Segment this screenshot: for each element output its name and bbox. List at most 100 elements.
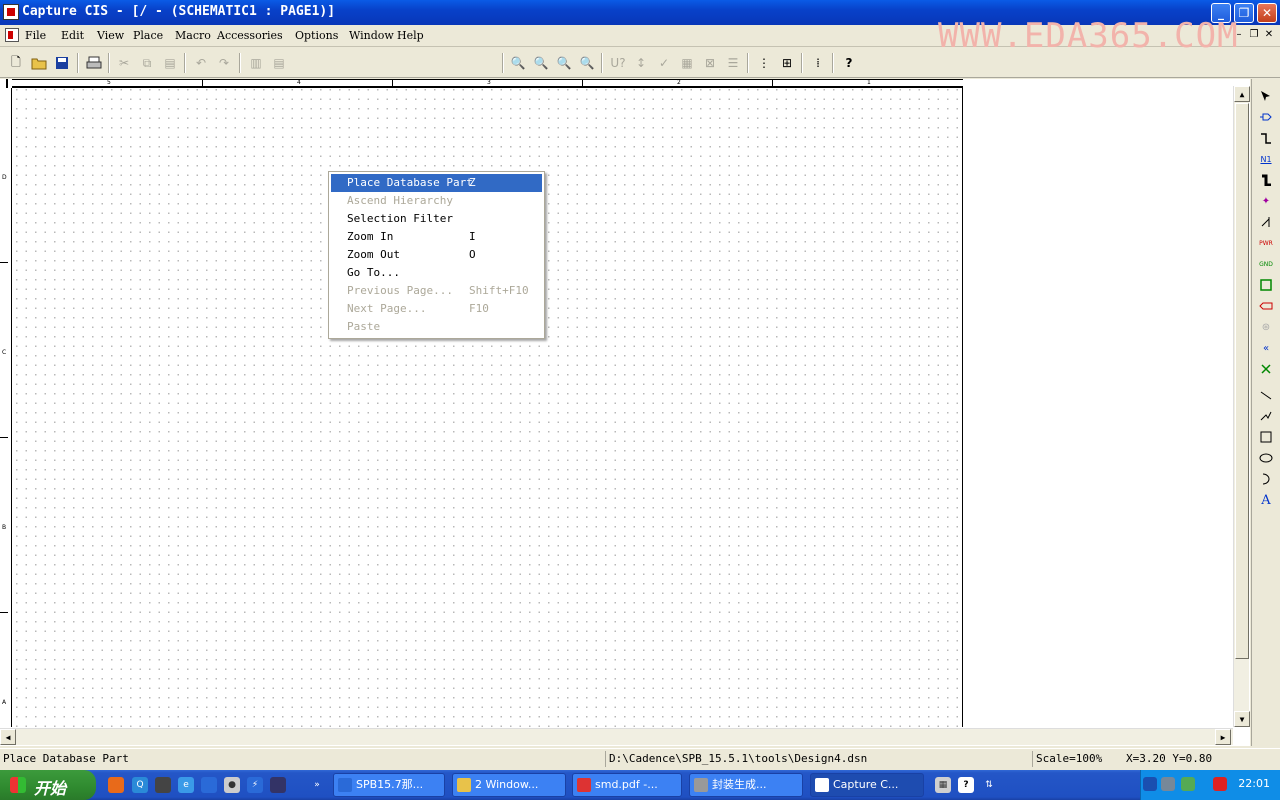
undo-icon[interactable]: ↶ [191,53,211,73]
menu-help[interactable]: Help [397,29,424,42]
calculator-icon[interactable] [270,777,286,793]
zoom-in-icon[interactable]: 🔍 [508,53,528,73]
crossref-icon[interactable]: ⊠ [700,53,720,73]
snap-grid-icon[interactable]: ⋮ [754,53,774,73]
place-wire-icon[interactable] [1257,129,1275,147]
project-manager-icon[interactable]: ⊞ [777,53,797,73]
open-icon[interactable] [29,53,49,73]
hierarchical-pin-icon[interactable]: ⊛ [1257,318,1275,336]
scroll-right-icon[interactable]: ▶ [1215,729,1231,745]
print-icon[interactable] [84,53,104,73]
menu-place[interactable]: Place [133,29,163,42]
arc-icon[interactable] [1257,470,1275,488]
start-button[interactable]: 开始 [0,770,96,800]
rectangle-icon[interactable] [1257,428,1275,446]
mdi-minimize-button[interactable]: – [1233,29,1245,41]
mdi-restore-button[interactable]: ❐ [1248,29,1260,41]
zoom-area-icon[interactable]: 🔍 [554,53,574,73]
vertical-scroll-thumb[interactable] [1235,103,1249,659]
menu-window[interactable]: Window [349,29,394,42]
ctx-ascend-hierarchy[interactable]: Ascend Hierarchy [331,192,542,210]
help-icon[interactable]: ? [958,777,974,793]
task-button-footprint[interactable]: 封装生成... [689,773,803,797]
text-icon[interactable]: A [1257,491,1275,509]
app-icon[interactable] [3,4,19,20]
task-button-spb[interactable]: SPB15.7那... [333,773,445,797]
drc-icon[interactable]: ✓ [654,53,674,73]
redo-icon[interactable]: ↷ [214,53,234,73]
media-player-icon[interactable]: ● [224,777,240,793]
copy-icon[interactable]: ⧉ [137,53,157,73]
off-page-connector-icon[interactable]: « [1257,339,1275,357]
list-icon[interactable]: ⁞ [808,53,828,73]
task-button-capture[interactable]: Capture C... [810,773,924,797]
network-icon[interactable] [1161,777,1175,791]
ctx-paste[interactable]: Paste [331,318,542,336]
ctx-go-to[interactable]: Go To... [331,264,542,282]
ie-icon[interactable]: e [178,777,194,793]
bus-entry-icon[interactable] [1257,213,1275,231]
vertical-scrollbar[interactable]: ▲ ▼ [1233,86,1250,727]
app-icon[interactable]: ⚡ [247,777,263,793]
tray-collapse-icon[interactable] [1143,777,1157,791]
ctx-next-page[interactable]: Next Page... F10 [331,300,542,318]
ctx-selection-filter[interactable]: Selection Filter [331,210,542,228]
ctx-previous-page[interactable]: Previous Page... Shift+F10 [331,282,542,300]
document-icon[interactable] [5,28,19,42]
bom-icon[interactable]: ☰ [723,53,743,73]
paste-icon[interactable]: ▤ [160,53,180,73]
app-icon[interactable] [201,777,217,793]
task-button-pdf[interactable]: smd.pdf -... [572,773,682,797]
ground-icon[interactable]: GND [1257,255,1275,273]
no-connect-icon[interactable] [1257,360,1275,378]
help-icon[interactable]: ? [839,53,859,73]
junction-icon[interactable]: ✦ [1257,192,1275,210]
menu-edit[interactable]: Edit [61,29,84,42]
split-v-icon[interactable]: ▤ [269,53,289,73]
hierarchical-port-icon[interactable] [1257,297,1275,315]
select-icon[interactable] [1257,87,1275,105]
power-icon[interactable]: PWR [1257,234,1275,252]
new-icon[interactable]: 🗋 [6,53,26,73]
save-icon[interactable] [52,53,72,73]
menu-macro[interactable]: Macro [175,29,211,42]
zoom-out-icon[interactable]: 🔍 [531,53,551,73]
place-bus-icon[interactable] [1257,171,1275,189]
ctx-zoom-in[interactable]: Zoom In I [331,228,542,246]
menu-accessories[interactable]: Accessories [217,29,283,42]
firefox-icon[interactable] [108,777,124,793]
scroll-down-icon[interactable]: ▼ [1234,711,1250,727]
line-icon[interactable] [1257,386,1275,404]
keyboard-icon[interactable]: ▦ [935,777,951,793]
tray-app-icon[interactable] [1213,777,1227,791]
tray-app-icon[interactable] [1181,777,1195,791]
task-button-windows[interactable]: 2 Window... [452,773,566,797]
close-button[interactable]: ✕ [1257,3,1277,23]
menu-options[interactable]: Options [295,29,338,42]
ctx-item-label: Previous Page... [347,284,453,297]
ctx-zoom-out[interactable]: Zoom Out O [331,246,542,264]
zoom-all-icon[interactable]: 🔍 [577,53,597,73]
netlist-icon[interactable]: ▦ [677,53,697,73]
qq-icon[interactable]: Q [132,777,148,793]
app-icon[interactable] [155,777,171,793]
ellipse-icon[interactable] [1257,449,1275,467]
horizontal-scrollbar[interactable]: ◀ ▶ [0,728,1233,745]
place-part-icon[interactable] [1257,108,1275,126]
back-annotate-icon[interactable]: ↕ [631,53,651,73]
chevron-right-icon[interactable]: » [309,777,325,793]
ctx-place-database-part[interactable]: Place Database Part Z [331,174,542,192]
menu-view[interactable]: View [97,29,124,42]
mdi-close-button[interactable]: ✕ [1263,29,1275,41]
net-alias-icon[interactable]: N1 [1257,150,1275,168]
cut-icon[interactable]: ✂ [114,53,134,73]
menu-file[interactable]: File [25,29,46,42]
hierarchical-block-icon[interactable] [1257,276,1275,294]
scroll-up-icon[interactable]: ▲ [1234,86,1250,102]
language-icon[interactable]: ⇅ [981,777,997,793]
scroll-left-icon[interactable]: ◀ [0,729,16,745]
polyline-icon[interactable] [1257,407,1275,425]
split-h-icon[interactable]: ▥ [246,53,266,73]
annotate-icon[interactable]: U? [608,53,628,73]
ruler-tick [772,80,773,87]
